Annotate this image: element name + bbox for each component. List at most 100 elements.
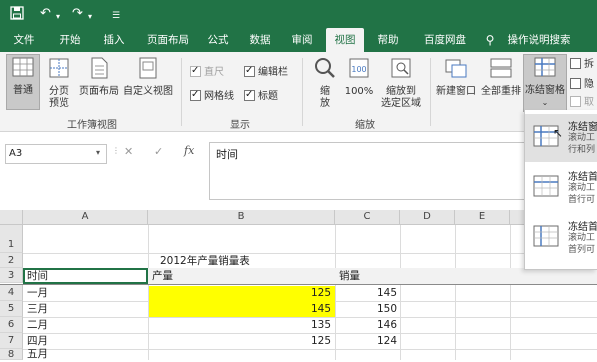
- zoom-100-button[interactable]: 100 100%: [342, 56, 376, 112]
- gridline: [335, 225, 336, 360]
- column-header-b[interactable]: B: [148, 210, 335, 225]
- formula-bar-checkbox[interactable]: 编辑栏: [244, 64, 288, 80]
- cell-month: 一月: [27, 287, 48, 299]
- name-box[interactable]: A3: [5, 144, 107, 164]
- ruler-checkbox[interactable]: 直尺: [190, 64, 224, 80]
- save-icon[interactable]: [10, 6, 24, 25]
- select-all-corner[interactable]: [0, 210, 23, 225]
- column-header-c[interactable]: C: [335, 210, 400, 225]
- freeze-pane-line: [0, 284, 597, 285]
- zoom-label-1: 缩: [320, 86, 330, 97]
- formula-bar-label: 编辑栏: [258, 67, 288, 78]
- formula-bar-check-box: [244, 64, 255, 78]
- freeze-top-row-icon: [533, 174, 559, 201]
- hide-button[interactable]: 隐: [570, 78, 594, 92]
- column-header-d[interactable]: D: [400, 210, 455, 225]
- undo-dropdown-icon[interactable]: ▾: [56, 9, 60, 25]
- arrange-all-button[interactable]: 全部重排: [479, 56, 523, 112]
- mouse-cursor-icon: ↖: [553, 126, 564, 140]
- show-group-label: 显示: [230, 120, 250, 131]
- page-layout-view-button[interactable]: 页面布局: [77, 56, 121, 110]
- tell-me-search[interactable]: 操作说明搜索: [500, 28, 578, 52]
- row-header-6[interactable]: 6: [0, 317, 23, 333]
- cell-month: 三月: [27, 303, 48, 315]
- tab-data[interactable]: 数据: [242, 28, 278, 52]
- redo-dropdown-icon[interactable]: ▾: [88, 9, 92, 25]
- cell-output: 125: [310, 335, 331, 347]
- new-window-label: 新建窗口: [436, 86, 476, 97]
- split-label: 拆: [584, 59, 594, 70]
- freeze-panes-icon: [524, 55, 566, 83]
- freeze-first-column-option[interactable]: 冻结首 滚动工 首列可: [525, 214, 597, 262]
- freeze-top-row-desc-2: 首行可: [568, 195, 596, 205]
- freeze-panes-option-desc-2: 行和列: [568, 145, 596, 155]
- column-header-e[interactable]: E: [455, 210, 510, 225]
- zoom-to-selection-button[interactable]: 缩放到 选定区域: [378, 56, 424, 112]
- row-header-7[interactable]: 7: [0, 333, 23, 349]
- row-header-1[interactable]: 1: [0, 225, 23, 253]
- workbook-views-group-label: 工作簿视图: [67, 120, 117, 131]
- unhide-button[interactable]: 取: [570, 96, 594, 110]
- freeze-top-row-title: 冻结首: [568, 172, 597, 183]
- row-header-3[interactable]: 3: [0, 268, 23, 283]
- page-break-preview-button[interactable]: 分页 预览: [44, 56, 74, 110]
- freeze-top-row-desc-1: 滚动工: [568, 183, 596, 193]
- name-box-dropdown-icon[interactable]: ▾: [96, 148, 100, 157]
- page-layout-label: 页面布局: [79, 86, 119, 97]
- headings-check-box: [244, 88, 255, 102]
- header-output: 产量: [152, 270, 173, 282]
- freeze-first-column-desc-1: 滚动工: [568, 233, 596, 243]
- freeze-panes-button[interactable]: 冻结窗格 ⌄: [523, 54, 567, 112]
- tab-page-layout[interactable]: 页面布局: [140, 28, 196, 52]
- normal-view-label: 普通: [13, 85, 33, 96]
- gridlines-check-box: [190, 88, 201, 102]
- page-break-icon: [44, 56, 74, 84]
- headings-checkbox[interactable]: 标题: [244, 88, 278, 104]
- column-header-a[interactable]: A: [23, 210, 148, 225]
- tab-view[interactable]: 视图: [326, 28, 364, 52]
- tab-file[interactable]: 文件: [6, 28, 42, 52]
- gridline: [400, 225, 401, 360]
- redo-icon[interactable]: ↷: [72, 6, 83, 22]
- row-header-4[interactable]: 4: [0, 285, 23, 301]
- row-header-5[interactable]: 5: [0, 301, 23, 317]
- zoom-100-icon: 100: [342, 56, 376, 84]
- cell-sales: 124: [376, 335, 397, 347]
- split-icon: [570, 58, 581, 69]
- freeze-first-column-title: 冻结首: [568, 222, 597, 233]
- tab-review[interactable]: 审阅: [284, 28, 320, 52]
- gridlines-checkbox[interactable]: 网格线: [190, 88, 234, 104]
- arrange-all-label: 全部重排: [481, 86, 521, 97]
- zoom-selection-label-1: 缩放到: [386, 86, 416, 97]
- cancel-icon[interactable]: ✕: [124, 145, 133, 158]
- new-window-button[interactable]: 新建窗口: [434, 56, 478, 112]
- zoom-button[interactable]: 缩 放: [310, 56, 340, 112]
- normal-view-button[interactable]: 普通: [6, 54, 40, 110]
- freeze-top-row-desc: 滚动工 首行可: [568, 182, 597, 206]
- enter-icon[interactable]: ✓: [154, 145, 163, 158]
- insert-function-icon[interactable]: fx: [184, 144, 194, 157]
- tab-home[interactable]: 开始: [52, 28, 88, 52]
- split-button[interactable]: 拆: [570, 58, 594, 72]
- chevron-down-icon[interactable]: ☰: [112, 8, 120, 24]
- cell-output: 125: [310, 287, 331, 299]
- zoom-group-label: 缩放: [355, 120, 375, 131]
- tab-formulas[interactable]: 公式: [200, 28, 236, 52]
- tab-help[interactable]: 帮助: [370, 28, 406, 52]
- row-header-2[interactable]: 2: [0, 253, 23, 268]
- ribbon-tabs: 文件 开始 插入 页面布局 公式 数据 审阅 视图 帮助 百度网盘 ⚲ 操作说明…: [0, 28, 597, 52]
- freeze-top-row-option[interactable]: 冻结首 滚动工首行可: [525, 164, 597, 212]
- custom-views-button[interactable]: 自定义视图: [122, 56, 174, 110]
- hide-label: 隐: [584, 79, 594, 90]
- tab-insert[interactable]: 插入: [96, 28, 132, 52]
- svg-text:100: 100: [351, 65, 366, 74]
- group-separator: [302, 58, 303, 126]
- arrange-all-icon: [479, 56, 523, 84]
- undo-icon[interactable]: ↶: [40, 6, 51, 22]
- unhide-label: 取: [584, 97, 594, 108]
- tab-baidu-netdisk[interactable]: 百度网盘: [412, 28, 478, 52]
- row-header-8[interactable]: 8: [0, 349, 23, 360]
- freeze-panes-option-desc: 滚动工 行和列: [568, 132, 597, 156]
- freeze-panes-option-title: 冻结窗: [568, 122, 597, 133]
- zoom-label-2: 放: [320, 98, 330, 109]
